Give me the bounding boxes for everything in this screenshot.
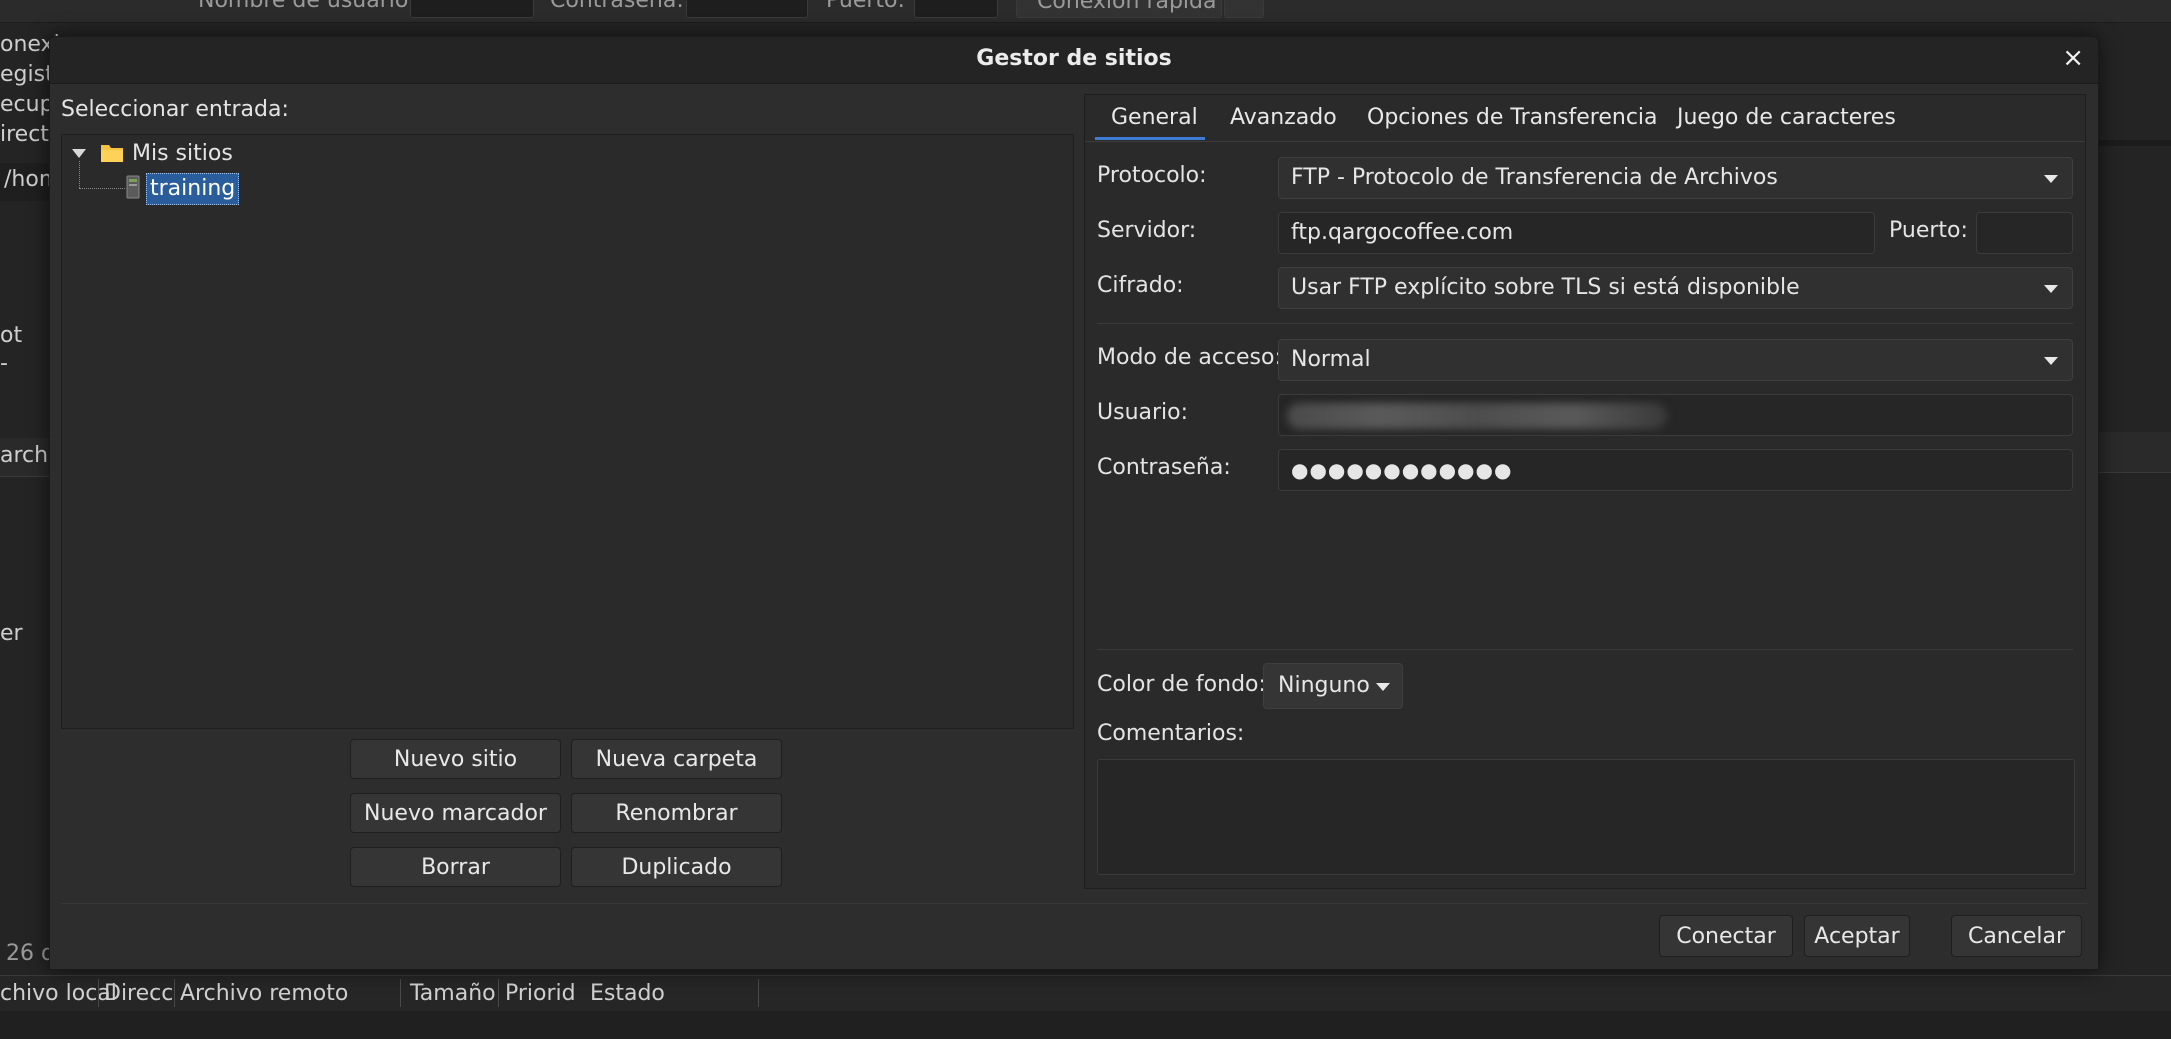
close-icon[interactable]: ×: [2062, 43, 2084, 73]
bg-divider: [2097, 140, 2171, 146]
encryption-label: Cifrado:: [1097, 273, 1184, 298]
bg-queue-list: [0, 1011, 2171, 1039]
server-input[interactable]: ftp.qargocoffee.com: [1278, 212, 1875, 254]
bg-file-fragment: er: [0, 621, 23, 646]
new-folder-button[interactable]: Nueva carpeta: [571, 739, 782, 779]
dropdown-arrow-icon: [2044, 285, 2058, 293]
bg-username-input[interactable]: [410, 0, 534, 18]
settings-tabs: General Avanzado Opciones de Transferenc…: [1085, 95, 2085, 142]
user-input[interactable]: [1278, 394, 2073, 436]
tab-transfer-options[interactable]: Opciones de Transferencia: [1367, 105, 1658, 130]
bg-queue-col-remote[interactable]: Archivo remoto: [180, 981, 348, 1006]
connect-button[interactable]: Conectar: [1659, 915, 1793, 957]
protocol-select[interactable]: FTP - Protocolo de Transferencia de Arch…: [1278, 157, 2073, 199]
bg-column-fragment: archi: [0, 443, 55, 468]
delete-button[interactable]: Borrar: [350, 847, 561, 887]
bg-username-label: Nombre de usuario:: [198, 0, 416, 13]
dropdown-arrow-icon: [2044, 175, 2058, 183]
active-tab-indicator: [1095, 137, 1205, 140]
bg-port-label: Puerto:: [826, 0, 905, 13]
folder-icon: [101, 145, 123, 162]
site-manager-dialog: Gestor de sitios × Seleccionar entrada: …: [49, 36, 2099, 970]
access-mode-value: Normal: [1291, 347, 1371, 372]
separator: [1097, 323, 2073, 324]
background-toolbar: Nombre de usuario: Contraseña: Puerto: C…: [0, 0, 2171, 23]
bg-queue-col-local[interactable]: chivo local: [0, 981, 117, 1006]
server-icon: [126, 175, 140, 199]
password-label: Contraseña:: [1097, 455, 1231, 480]
bg-queue-col-size[interactable]: Tamaño: [410, 981, 496, 1006]
access-mode-select[interactable]: Normal: [1278, 339, 2073, 381]
tree-root-label[interactable]: Mis sitios: [132, 141, 233, 166]
dialog-footer-separator: [61, 903, 2087, 904]
comments-label: Comentarios:: [1097, 721, 1245, 746]
site-settings-panel: General Avanzado Opciones de Transferenc…: [1084, 94, 2086, 889]
tab-charset[interactable]: Juego de caracteres: [1677, 105, 1896, 130]
comments-textarea[interactable]: [1097, 759, 2075, 875]
password-value: ●●●●●●●●●●●●: [1291, 458, 1513, 482]
password-input[interactable]: ●●●●●●●●●●●●: [1278, 449, 2073, 491]
dropdown-arrow-icon: [1376, 683, 1390, 691]
encryption-select[interactable]: Usar FTP explícito sobre TLS si está dis…: [1278, 267, 2073, 309]
protocol-value: FTP - Protocolo de Transferencia de Arch…: [1291, 165, 1778, 190]
separator: [1097, 649, 2073, 650]
select-entry-label: Seleccionar entrada:: [61, 97, 289, 122]
bg-quickconnect-label: Conexión rápida: [1037, 0, 1217, 14]
tree-item-training[interactable]: training: [146, 173, 240, 205]
bg-tree-fragment: -: [0, 351, 8, 376]
bg-transfer-queue-header: chivo local Direcc Archivo remoto Tamaño…: [0, 975, 2171, 1012]
bg-remote-header: [2097, 432, 2171, 473]
dialog-title: Gestor de sitios: [976, 46, 1172, 71]
port-label: Puerto:: [1889, 218, 1968, 243]
server-value: ftp.qargocoffee.com: [1291, 220, 1514, 245]
bg-queue-col-status[interactable]: Estado: [590, 981, 665, 1006]
dropdown-arrow-icon: [2044, 357, 2058, 365]
bg-color-label: Color de fondo:: [1097, 672, 1266, 697]
duplicate-button[interactable]: Duplicado: [571, 847, 782, 887]
bg-tree-fragment: ot: [0, 323, 23, 348]
redacted-username: [1287, 403, 1667, 429]
encryption-value: Usar FTP explícito sobre TLS si está dis…: [1291, 275, 1800, 300]
bg-quickconnect-dropdown[interactable]: [1224, 0, 1264, 18]
bg-port-input[interactable]: [914, 0, 998, 18]
server-label: Servidor:: [1097, 218, 1197, 243]
tab-general[interactable]: General: [1111, 105, 1198, 130]
cancel-button[interactable]: Cancelar: [1951, 915, 2082, 957]
rename-button[interactable]: Renombrar: [571, 793, 782, 833]
bg-quickconnect-button[interactable]: Conexión rápida: [1016, 0, 1222, 18]
new-bookmark-button[interactable]: Nuevo marcador: [350, 793, 561, 833]
access-mode-label: Modo de acceso:: [1097, 345, 1282, 370]
bg-queue-col-priority[interactable]: Priorid: [505, 981, 576, 1006]
dialog-titlebar[interactable]: Gestor de sitios ×: [50, 37, 2098, 84]
accept-button[interactable]: Aceptar: [1804, 915, 1910, 957]
bg-status-fragment: 26 d: [6, 941, 55, 966]
bg-color-value: Ninguno: [1278, 673, 1370, 698]
bg-password-input[interactable]: [686, 0, 808, 18]
protocol-label: Protocolo:: [1097, 163, 1207, 188]
bg-password-label: Contraseña:: [550, 0, 684, 13]
port-input[interactable]: [1976, 212, 2073, 254]
bg-queue-col-direction[interactable]: Direcc: [104, 981, 173, 1006]
site-tree[interactable]: Mis sitios training: [61, 134, 1074, 729]
user-label: Usuario:: [1097, 400, 1189, 425]
new-site-button[interactable]: Nuevo sitio: [350, 739, 561, 779]
tree-connector: [79, 161, 80, 188]
tab-advanced[interactable]: Avanzado: [1230, 105, 1337, 130]
tree-connector: [79, 188, 125, 189]
bg-color-select[interactable]: Ninguno: [1263, 663, 1403, 709]
expand-arrow-icon[interactable]: [72, 149, 86, 159]
